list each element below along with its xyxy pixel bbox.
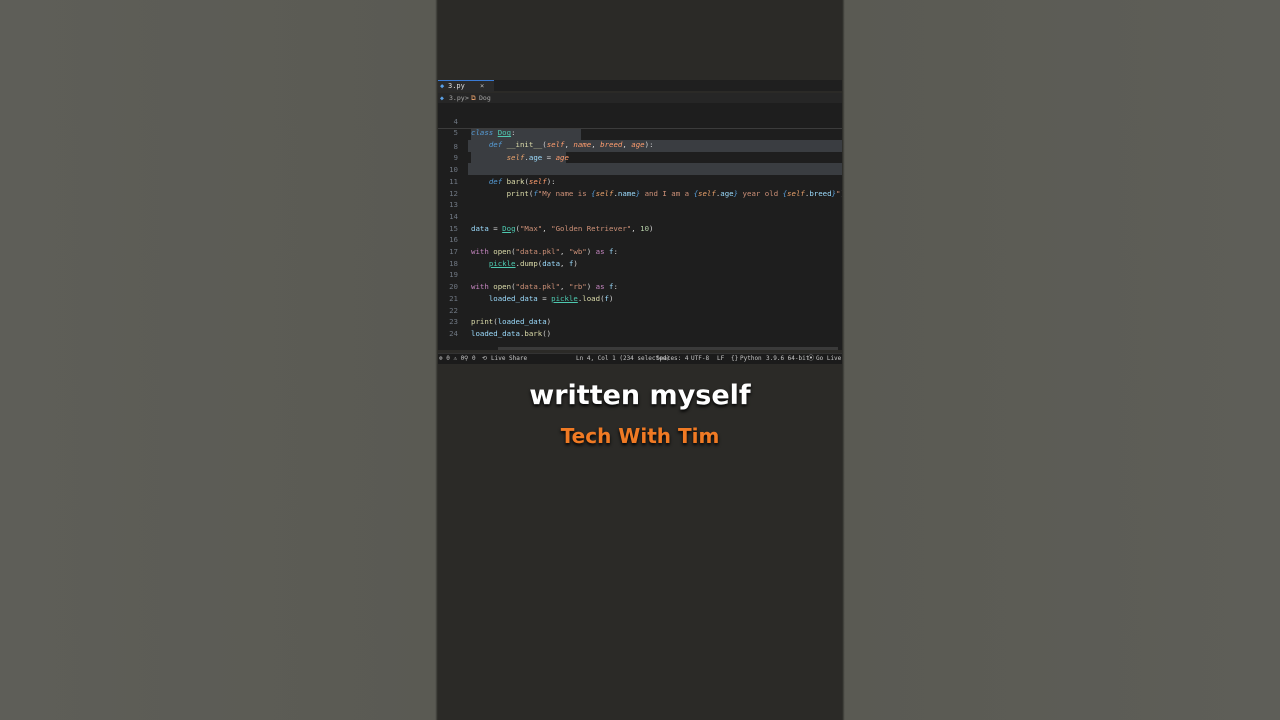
python-file-icon: ◆: [440, 82, 445, 90]
language-mode[interactable]: Python: [740, 354, 762, 364]
status-bar: ⊗ 0 ⚠ 0 ⚲ 0 ⟲ Live Share Ln 4, Col 1 (23…: [438, 353, 842, 364]
eol-status[interactable]: LF: [717, 354, 724, 364]
code-line[interactable]: 14 data = Dog("Max", "Golden Retriever",…: [438, 199, 842, 233]
code-line[interactable]: 17 pickle.dump(data, f): [438, 234, 842, 268]
broadcast-icon: ⦿: [808, 355, 815, 362]
live-share-icon: ⟲: [482, 355, 488, 362]
tab-filename: 3.py: [448, 82, 465, 90]
code-line[interactable]: 21: [438, 281, 842, 303]
interpreter-status[interactable]: 3.9.6 64-bit: [766, 354, 809, 364]
indentation-status[interactable]: Spaces: 4: [656, 354, 689, 364]
breadcrumb: ◆ 3.py > ⧉ Dog: [438, 93, 842, 103]
code-line[interactable]: 19 with open("data.pkl", "rb") as f:: [438, 258, 842, 291]
subtitle-caption: written myself: [529, 380, 751, 411]
code-line[interactable]: 15: [438, 211, 842, 233]
code-line[interactable]: 22 print(loaded_data): [438, 293, 842, 327]
code-line[interactable]: 18: [438, 246, 842, 268]
code-line[interactable]: 23 loaded_data.bark(): [438, 305, 842, 338]
class-symbol-icon: ⧉: [471, 94, 476, 102]
code-line[interactable]: 4 class Dog:: [438, 104, 842, 138]
code-line[interactable]: 12: [438, 176, 842, 198]
code-line[interactable]: 9: [438, 141, 842, 162]
line-number: 24: [449, 328, 458, 338]
live-share-button[interactable]: Live Share: [491, 354, 527, 364]
code-editor[interactable]: 4 class Dog: 5 def __init__(self, name, …: [438, 103, 842, 350]
editor-tab-3py[interactable]: ◆ 3.py ×: [438, 80, 494, 92]
video-frame: ◆ 3.py × ◆ 3.py > ⧉ Dog 4 class Dog: 5 d…: [438, 0, 842, 720]
ports-status[interactable]: ⚲ 0: [464, 354, 476, 364]
encoding-status[interactable]: UTF-8: [691, 354, 709, 364]
braces-icon: {}: [731, 355, 739, 362]
code-line[interactable]: 5 def __init__(self, name, breed, age):: [438, 116, 842, 149]
code-line[interactable]: 10 def bark(self):: [438, 152, 842, 186]
code-line[interactable]: 13: [438, 188, 842, 209]
code-text: loaded_data.bark(): [471, 328, 552, 338]
problems-status[interactable]: ⊗ 0 ⚠ 0: [439, 354, 464, 364]
editor-tab-bar: ◆ 3.py ×: [438, 80, 842, 92]
breadcrumb-file[interactable]: 3.py: [449, 93, 465, 103]
breadcrumb-separator: >: [465, 94, 469, 102]
go-live-button[interactable]: Go Live: [816, 354, 841, 364]
python-file-icon: ◆: [440, 94, 444, 102]
horizontal-scrollbar[interactable]: [498, 347, 838, 350]
code-line[interactable]: 8 self.age = age: [438, 129, 842, 163]
channel-name: Tech With Tim: [560, 424, 720, 448]
breadcrumb-symbol[interactable]: Dog: [479, 93, 491, 103]
close-icon[interactable]: ×: [480, 81, 484, 92]
code-line[interactable]: 20 loaded_data = pickle.load(f): [438, 269, 842, 303]
code-line[interactable]: 11 print(f"My name is {self.name} and I …: [438, 164, 842, 198]
code-line[interactable]: 24: [438, 316, 842, 338]
code-line[interactable]: 16 with open("data.pkl", "wb") as f:: [438, 223, 842, 256]
